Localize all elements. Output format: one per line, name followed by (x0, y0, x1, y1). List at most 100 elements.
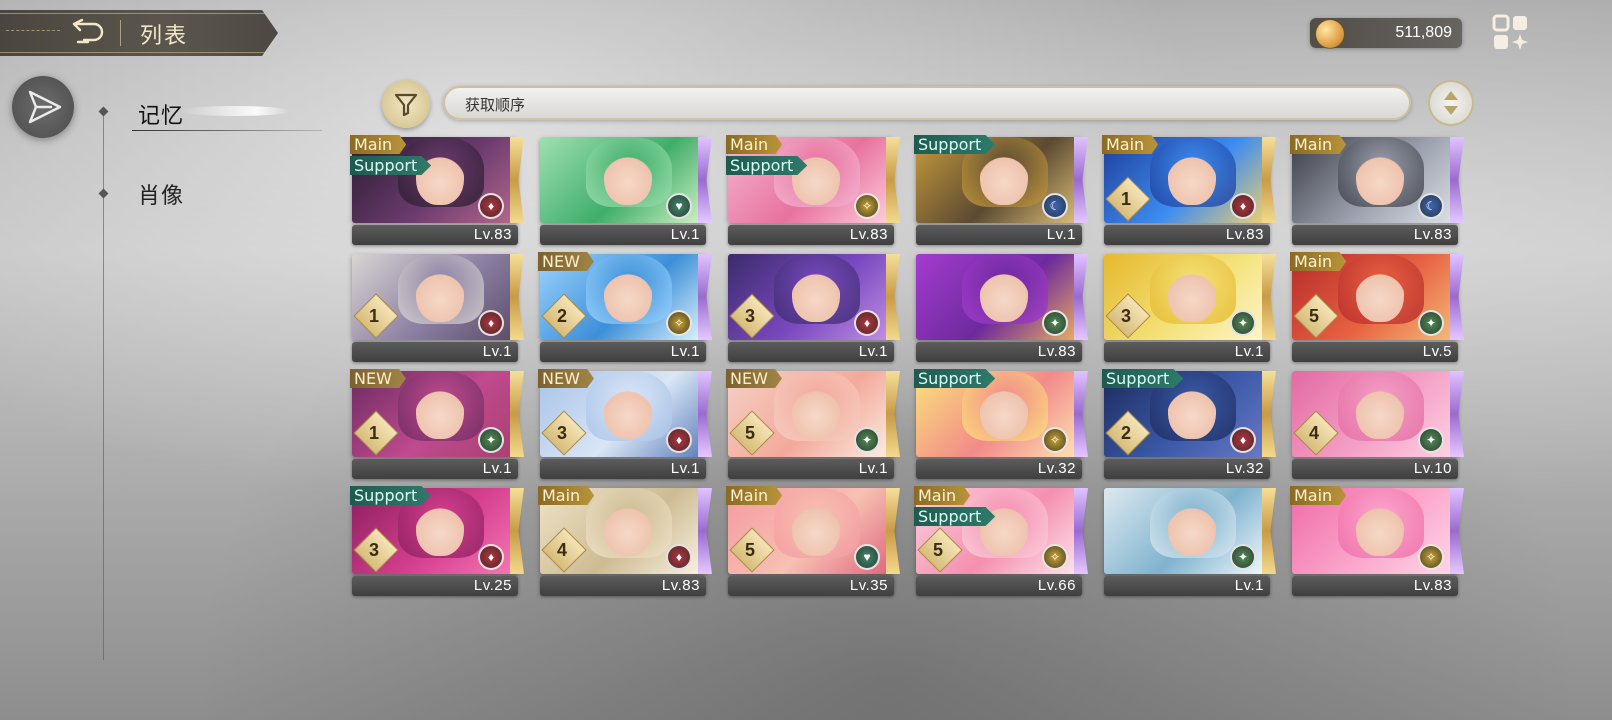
limit-break-count: 3 (745, 306, 756, 326)
main-tag: Main (538, 486, 595, 505)
level-label: Lv.1 (858, 460, 888, 477)
level-bar: Lv.32 (1104, 459, 1270, 479)
level-label: Lv.5 (1422, 343, 1452, 360)
memoria-card[interactable]: ♦ 4 Main (538, 486, 712, 574)
wind-attribute-icon: ✦ (1230, 310, 1256, 336)
sort-order-icon (1444, 91, 1458, 115)
level-bar: Lv.35 (728, 576, 894, 596)
nav-item-memory[interactable]: 记忆 (138, 98, 184, 130)
character-face (1168, 383, 1216, 439)
memoria-card[interactable]: ✦ 4 (1292, 371, 1464, 457)
water-attribute-icon: ☾ (1418, 193, 1444, 219)
header-decoration (6, 30, 60, 32)
nav-active-underline (132, 130, 322, 131)
rarity-frame (510, 371, 524, 457)
level-bar: Lv.1 (352, 342, 518, 362)
heart-attribute-icon: ♥ (854, 544, 880, 570)
support-tag: Support (350, 156, 432, 175)
rarity-frame (510, 137, 524, 223)
character-face (1356, 500, 1404, 556)
nav-emblem[interactable] (12, 76, 74, 138)
header-bar (0, 10, 278, 56)
rarity-frame (1262, 488, 1276, 574)
rarity-frame (1262, 254, 1276, 340)
level-bar: Lv.1 (1104, 576, 1270, 596)
level-label: Lv.1 (1046, 226, 1076, 243)
level-label: Lv.83 (1037, 343, 1076, 360)
memoria-card[interactable]: ✧ Support (914, 369, 1088, 457)
new-tag: NEW (726, 369, 782, 388)
back-arrow-icon (72, 18, 104, 44)
rarity-frame (698, 371, 712, 457)
main-tag: Main (914, 486, 971, 505)
wind-attribute-icon: ✦ (478, 427, 504, 453)
level-bar: Lv.1 (728, 459, 894, 479)
gold-coin-icon (1316, 20, 1344, 48)
level-label: Lv.66 (1037, 577, 1076, 594)
fire-attribute-icon: ♦ (478, 544, 504, 570)
character-face (416, 500, 464, 556)
level-bar: Lv.83 (352, 225, 518, 245)
rarity-frame (886, 254, 900, 340)
memoria-card[interactable]: ✦ 5 Main (1290, 252, 1464, 340)
main-tag: Main (726, 486, 783, 505)
memoria-card[interactable]: ✧ 5 Main Support (914, 486, 1088, 574)
level-bar: Lv.83 (728, 225, 894, 245)
memoria-card[interactable]: ✧ Main (1290, 486, 1464, 574)
filter-button[interactable] (382, 80, 430, 128)
limit-break-count: 4 (1309, 423, 1320, 443)
limit-break-count: 1 (1121, 189, 1132, 209)
main-tag: Main (350, 135, 407, 154)
character-face (416, 149, 464, 205)
main-tag: Main (1290, 486, 1347, 505)
level-label: Lv.83 (849, 226, 888, 243)
rarity-frame (698, 137, 712, 223)
level-label: Lv.1 (1234, 343, 1264, 360)
back-button[interactable] (66, 16, 106, 50)
character-face (604, 383, 652, 439)
memoria-card[interactable]: ♥ (540, 137, 712, 223)
sort-dropdown[interactable] (443, 86, 1411, 120)
limit-break-count: 4 (557, 540, 568, 560)
character-face (980, 383, 1028, 439)
rarity-frame (886, 137, 900, 223)
limit-break-count: 1 (369, 306, 380, 326)
memoria-card[interactable]: ♦ 1 Main (1102, 135, 1276, 223)
water-attribute-icon: ☾ (1042, 193, 1068, 219)
memoria-card[interactable]: ☾ Support (914, 135, 1088, 223)
memoria-card[interactable]: ♥ 5 Main (726, 486, 900, 574)
rarity-frame (1262, 371, 1276, 457)
memoria-card[interactable]: ✧ 2 NEW (538, 252, 712, 340)
light-attribute-icon: ✧ (1418, 544, 1444, 570)
memoria-card[interactable]: ✦ (916, 254, 1088, 340)
character-face (1356, 383, 1404, 439)
heart-attribute-icon: ♥ (666, 193, 692, 219)
rarity-frame (698, 488, 712, 574)
memoria-card[interactable]: ✦ 1 NEW (350, 369, 524, 457)
memoria-card[interactable]: ♦ Main Support (350, 135, 524, 223)
character-face (792, 266, 840, 322)
menu-grid-button[interactable] (1492, 14, 1530, 52)
level-label: Lv.83 (473, 226, 512, 243)
memoria-card[interactable]: ☾ Main (1290, 135, 1464, 223)
memoria-card[interactable]: ♦ 3 NEW (538, 369, 712, 457)
memoria-card[interactable]: ✦ 5 NEW (726, 369, 900, 457)
memoria-card[interactable]: ✧ Main Support (726, 135, 900, 223)
memoria-card[interactable]: ✦ (1104, 488, 1276, 574)
level-bar: Lv.32 (916, 459, 1082, 479)
memoria-card[interactable]: ♦ 3 (728, 254, 900, 340)
character-face (1168, 266, 1216, 322)
sort-order-toggle[interactable] (1428, 80, 1474, 126)
memoria-card[interactable]: ♦ 1 (352, 254, 524, 340)
level-label: Lv.1 (482, 343, 512, 360)
memoria-card[interactable]: ♦ 3 Support (350, 486, 524, 574)
memoria-card[interactable]: ♦ 2 Support (1102, 369, 1276, 457)
memoria-card[interactable]: ✦ 3 (1104, 254, 1276, 340)
level-bar: Lv.1 (728, 342, 894, 362)
rarity-frame (510, 488, 524, 574)
nav-item-portrait[interactable]: 肖像 (138, 178, 184, 210)
level-bar: Lv.25 (352, 576, 518, 596)
character-face (980, 149, 1028, 205)
paper-plane-icon (28, 90, 62, 124)
wind-attribute-icon: ✦ (1230, 544, 1256, 570)
